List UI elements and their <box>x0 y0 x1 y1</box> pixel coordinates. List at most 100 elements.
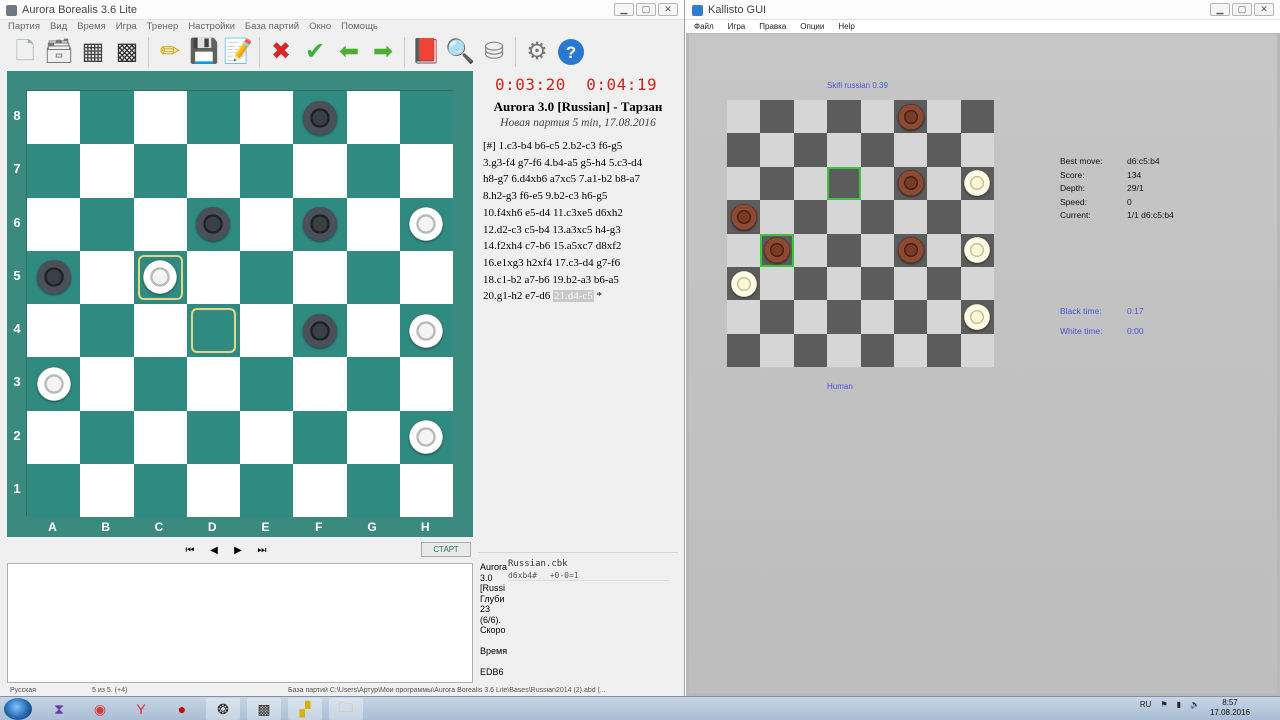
kallisto-square[interactable] <box>760 233 794 267</box>
notation-line[interactable]: 10.f4xh6 e5-d4 11.c3xe5 d6xh2 <box>483 205 678 222</box>
next-move-button[interactable]: ▶ <box>233 545 243 556</box>
kallisto-square[interactable] <box>893 333 928 368</box>
menu-item[interactable]: Файл <box>694 20 714 33</box>
menu-item[interactable]: Вид <box>50 20 67 34</box>
kallisto-square[interactable] <box>727 333 761 368</box>
kallisto-square[interactable] <box>760 266 794 301</box>
menu-item[interactable]: Игра <box>116 20 137 34</box>
notation-line[interactable]: 8.h2-g3 f6-e5 9.b2-c3 h6-g5 <box>483 188 678 205</box>
kallisto-square[interactable] <box>927 266 961 301</box>
notation-line[interactable]: 16.e1xg3 h2xf4 17.c3-d4 g7-f6 <box>483 255 678 272</box>
kallisto-square[interactable] <box>893 100 928 134</box>
black-checker[interactable] <box>302 100 337 135</box>
new-file-icon[interactable]: 🗋 <box>8 35 42 69</box>
square-f2[interactable] <box>293 410 347 464</box>
opera-icon[interactable]: ● <box>165 698 199 720</box>
kallisto-square[interactable] <box>827 233 861 267</box>
kallisto-square[interactable] <box>727 100 761 134</box>
square-e5[interactable] <box>240 250 294 304</box>
kallisto-square[interactable] <box>893 166 928 201</box>
kallisto-square[interactable] <box>893 300 928 334</box>
first-move-button[interactable]: ⏮ <box>185 545 195 556</box>
board-grid[interactable] <box>26 90 453 517</box>
menu-item[interactable]: Помощь <box>341 20 378 34</box>
kallisto-square[interactable] <box>927 333 961 368</box>
menu-item[interactable]: База партий <box>245 20 299 34</box>
prev-move-button[interactable]: ◀ <box>209 545 219 556</box>
square-c6[interactable] <box>133 197 187 251</box>
start-button[interactable]: СТАРТ <box>421 542 471 557</box>
square-e7[interactable] <box>240 144 294 198</box>
kallisto-square[interactable] <box>960 100 995 134</box>
kallisto-square[interactable] <box>960 233 995 267</box>
menu-item[interactable]: Help <box>838 20 854 33</box>
back-arrow-icon[interactable]: ⬅ <box>332 35 366 69</box>
square-c4[interactable] <box>133 304 187 358</box>
square-d8[interactable] <box>186 91 240 145</box>
kallisto-square[interactable] <box>893 233 928 267</box>
close-button[interactable]: ✕ <box>1254 3 1274 16</box>
kallisto-square[interactable] <box>960 133 995 167</box>
checkered-board-icon[interactable]: ▩ <box>110 35 144 69</box>
kallisto-square[interactable] <box>927 100 961 134</box>
square-a4[interactable] <box>27 304 81 358</box>
kallisto-square[interactable] <box>793 266 828 301</box>
kallisto-square[interactable] <box>793 166 828 201</box>
kallisto-square[interactable] <box>860 166 894 201</box>
kallisto-square[interactable] <box>860 100 894 134</box>
cancel-cross-icon[interactable]: ✖ <box>264 35 298 69</box>
square-g6[interactable] <box>346 197 400 251</box>
checkers-app-icon[interactable]: ❂ <box>206 698 240 720</box>
square-g8[interactable] <box>346 91 400 145</box>
white-checker[interactable] <box>964 304 991 331</box>
square-d3[interactable] <box>186 357 240 411</box>
square-c7[interactable] <box>133 144 187 198</box>
maximize-button[interactable]: ▢ <box>636 3 656 16</box>
square-b1[interactable] <box>80 463 134 517</box>
comment-box[interactable] <box>7 563 473 683</box>
notation-line[interactable]: 12.d2-c3 c5-b4 13.a3xc5 h4-g3 <box>483 222 678 239</box>
kallisto-square[interactable] <box>927 233 961 267</box>
black-checker[interactable] <box>897 103 924 130</box>
notation-line[interactable]: [#] 1.c3-b4 b6-c5 2.b2-c3 f6-g5 <box>483 138 678 155</box>
black-checker[interactable] <box>897 237 924 264</box>
square-h8[interactable] <box>399 91 453 145</box>
black-checker[interactable] <box>302 313 337 348</box>
windows-start-icon[interactable] <box>4 698 32 720</box>
book-icon[interactable]: 📕 <box>409 35 443 69</box>
book-line[interactable]: d6xb4# +0-0=1 <box>508 571 670 581</box>
white-checker[interactable] <box>730 270 757 297</box>
square-c3[interactable] <box>133 357 187 411</box>
maximize-button[interactable]: ▢ <box>1232 3 1252 16</box>
square-a2[interactable] <box>27 410 81 464</box>
square-h4[interactable] <box>399 304 453 358</box>
square-h7[interactable] <box>399 144 453 198</box>
square-f4[interactable] <box>293 304 347 358</box>
square-e4[interactable] <box>240 304 294 358</box>
kallisto-square[interactable] <box>893 133 928 167</box>
aurora-titlebar[interactable]: Aurora Borealis 3.6 Lite ▁ ▢ ✕ <box>0 0 684 20</box>
kallisto-square[interactable] <box>760 166 794 201</box>
menu-item[interactable]: Время <box>77 20 106 34</box>
aurora-app-icon[interactable]: ▩ <box>247 698 281 720</box>
kallisto-square[interactable] <box>827 266 861 301</box>
close-button[interactable]: ✕ <box>658 3 678 16</box>
kallisto-square[interactable] <box>860 266 894 301</box>
black-checker[interactable] <box>302 207 337 242</box>
square-a3[interactable] <box>27 357 81 411</box>
square-d4[interactable] <box>186 304 240 358</box>
kallisto-app-icon[interactable]: ▞ <box>288 698 322 720</box>
kallisto-square[interactable] <box>727 200 761 234</box>
square-a6[interactable] <box>27 197 81 251</box>
square-d1[interactable] <box>186 463 240 517</box>
square-a5[interactable] <box>27 250 81 304</box>
black-checker[interactable] <box>764 237 791 264</box>
square-f6[interactable] <box>293 197 347 251</box>
square-b5[interactable] <box>80 250 134 304</box>
kallisto-square[interactable] <box>760 300 794 334</box>
square-c8[interactable] <box>133 91 187 145</box>
yandex-browser-icon[interactable]: Y <box>124 698 158 720</box>
square-c1[interactable] <box>133 463 187 517</box>
notation-line[interactable]: h8-g7 6.d4xb6 a7xc5 7.a1-b2 b8-a7 <box>483 171 678 188</box>
folder-icon[interactable]: 🗀 <box>329 698 363 720</box>
